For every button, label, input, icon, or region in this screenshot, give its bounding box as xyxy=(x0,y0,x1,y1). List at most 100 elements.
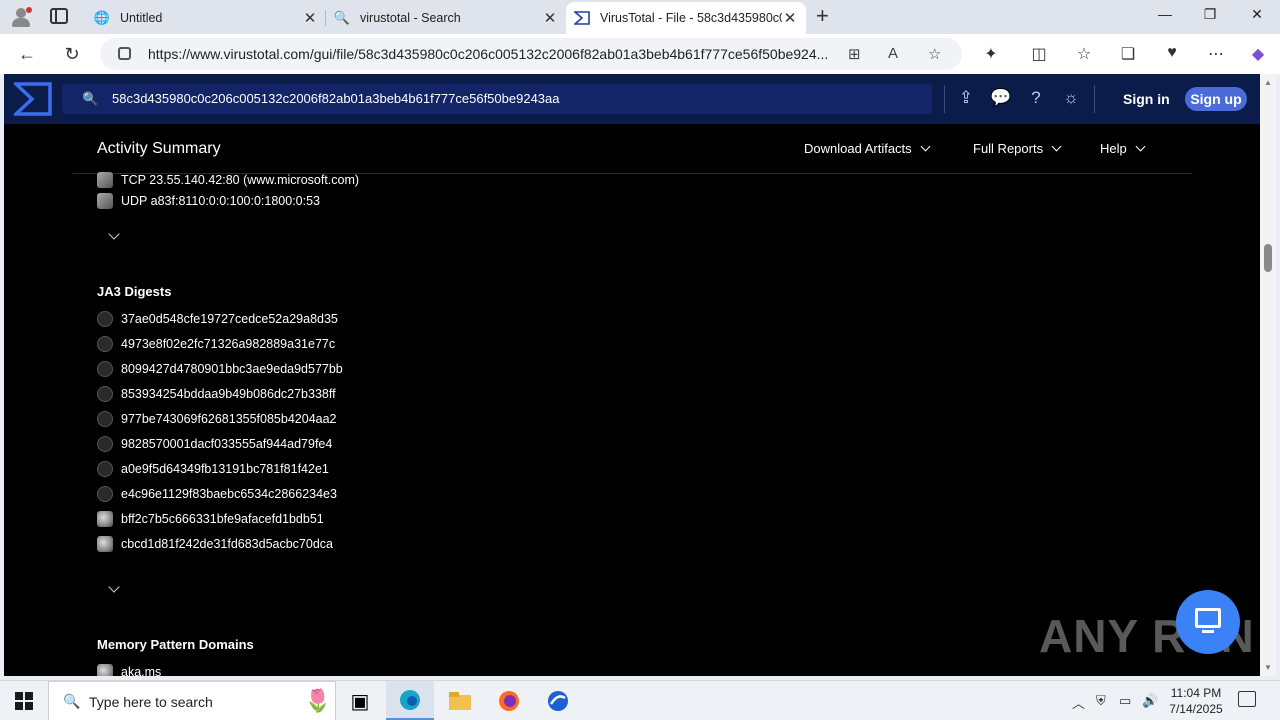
edge-icon[interactable] xyxy=(386,681,434,720)
list-item[interactable]: 8099427d4780901bbc3ae9eda9d577bb xyxy=(97,361,343,377)
search-icon: 🔍 xyxy=(333,10,351,25)
split-screen-icon[interactable]: ◫ xyxy=(1027,44,1051,64)
taskbar-search-placeholder: Type here to search xyxy=(89,694,213,710)
ja3-icon xyxy=(97,486,113,502)
chat-widget-button[interactable] xyxy=(1176,590,1240,654)
list-item[interactable]: bff2c7b5c666331bfe9afacefd1bdb51 xyxy=(97,511,324,527)
vt-search-bar[interactable]: 🔍 58c3d435980c0c206c005132c2006f82ab01a3… xyxy=(62,84,932,114)
list-item[interactable]: 4973e8f02e2fc71326a982889a31e77c xyxy=(97,336,335,352)
collections-icon[interactable]: ❏ xyxy=(1116,44,1140,64)
theme-toggle-icon[interactable]: ☼ xyxy=(1060,88,1082,108)
tab-strip: 🌐 Untitled ✕ 🔍 virustotal - Search ✕ Vir… xyxy=(0,0,1280,34)
minimize-button[interactable]: — xyxy=(1150,6,1180,22)
expand-chevron-icon[interactable] xyxy=(108,228,120,240)
chevron-up-icon[interactable]: ︿ xyxy=(1072,693,1085,712)
vt-header: 🔍 58c3d435980c0c206c005132c2006f82ab01a3… xyxy=(4,74,1260,124)
tab-title: Untitled xyxy=(120,11,163,25)
list-item[interactable]: 977be743069f62681355f085b4204aa2 xyxy=(97,411,337,427)
monitor-icon xyxy=(1195,608,1221,628)
close-window-button[interactable]: ✕ xyxy=(1242,6,1272,23)
task-view-icon[interactable]: ▣ xyxy=(336,681,384,720)
copilot-icon[interactable]: ◆ xyxy=(1246,44,1270,64)
file-explorer-icon[interactable] xyxy=(436,681,484,720)
restore-button[interactable]: ❐ xyxy=(1195,6,1225,23)
ja3-icon xyxy=(97,386,113,402)
clock-time: 11:04 PM xyxy=(1170,686,1222,700)
page-title: Activity Summary xyxy=(97,140,221,157)
firefox-icon[interactable] xyxy=(485,681,533,720)
notification-icon[interactable] xyxy=(1238,691,1256,707)
search-icon: 🔍 xyxy=(82,91,99,106)
favorites-icon[interactable]: ☆ xyxy=(1072,44,1096,64)
ja3-icon xyxy=(97,511,113,527)
list-item[interactable]: 37ae0d548cfe19727cedce52a29a8d35 xyxy=(97,311,338,327)
list-item[interactable]: TCP 23.55.140.42:80 (www.microsoft.com) xyxy=(97,172,359,188)
list-item[interactable]: 9828570001dacf033555af944ad79fe4 xyxy=(97,436,332,452)
close-icon[interactable]: ✕ xyxy=(302,9,318,27)
ja3-icon xyxy=(97,461,113,477)
memory-section-title: Memory Pattern Domains xyxy=(97,637,254,652)
tab-virustotal[interactable]: VirusTotal - File - 58c3d435980c0 ✕ xyxy=(566,2,806,34)
more-menu-icon[interactable]: ⋯ xyxy=(1204,44,1228,64)
tab-search[interactable]: 🔍 virustotal - Search ✕ xyxy=(326,2,566,34)
ja3-icon xyxy=(97,336,113,352)
globe-icon: 🌐 xyxy=(93,10,111,25)
help-menu[interactable]: Help xyxy=(1100,141,1146,156)
new-tab-button[interactable]: + xyxy=(816,5,829,27)
upload-icon[interactable]: ⇪ xyxy=(955,88,977,108)
expand-chevron-icon[interactable] xyxy=(108,581,120,593)
tab-title: virustotal - Search xyxy=(360,11,461,25)
favorite-star-icon[interactable]: ☆ xyxy=(928,45,941,63)
ja3-icon xyxy=(97,361,113,377)
address-bar[interactable]: https://www.virustotal.com/gui/file/58c3… xyxy=(100,38,962,70)
list-item[interactable]: cbcd1d81f242de31fd683d5acbc70dca xyxy=(97,536,333,552)
close-icon[interactable]: ✕ xyxy=(542,9,558,27)
virustotal-logo-icon[interactable] xyxy=(14,82,52,116)
profile-icon[interactable] xyxy=(8,5,36,29)
search-input[interactable]: 58c3d435980c0c206c005132c2006f82ab01a3be… xyxy=(112,91,559,106)
list-item[interactable]: 853934254bddaa9b49b086dc27b338ff xyxy=(97,386,336,402)
download-artifacts-menu[interactable]: Download Artifacts xyxy=(804,141,931,156)
lock-icon[interactable] xyxy=(118,47,131,60)
tab-untitled[interactable]: 🌐 Untitled ✕ xyxy=(86,2,326,34)
taskbar-clock[interactable]: 11:04 PM 7/14/2025 xyxy=(1165,685,1227,717)
taskbar-search[interactable]: 🔍 Type here to search 🌷 xyxy=(48,681,336,720)
help-icon[interactable]: ? xyxy=(1025,88,1047,108)
back-button[interactable]: ← xyxy=(15,44,39,64)
network-icon xyxy=(97,193,113,209)
app-icon[interactable] xyxy=(534,681,582,720)
list-item[interactable]: e4c96e1129f83baebc6534c2866234e3 xyxy=(97,486,337,502)
url-text[interactable]: https://www.virustotal.com/gui/file/58c3… xyxy=(148,46,838,62)
list-item[interactable]: UDP a83f:8110:0:0:100:0:1800:0:53 xyxy=(97,193,320,209)
refresh-button[interactable]: ↻ xyxy=(60,44,84,64)
sign-in-button[interactable]: Sign in xyxy=(1123,91,1170,107)
extensions-icon[interactable]: ✦ xyxy=(979,44,1003,64)
chat-notification-icon[interactable]: 💬 xyxy=(990,88,1012,108)
security-icon[interactable]: ⛨ xyxy=(1096,693,1106,709)
sign-up-button[interactable]: Sign up xyxy=(1185,87,1247,111)
list-item[interactable]: a0e9f5d64349fb13191bc781f81f42e1 xyxy=(97,461,329,477)
full-reports-menu[interactable]: Full Reports xyxy=(973,141,1062,156)
network-icon xyxy=(97,172,113,188)
scrollbar-thumb[interactable] xyxy=(1264,244,1272,272)
list-item[interactable]: aka.ms xyxy=(97,664,161,676)
volume-icon[interactable]: 🔊 xyxy=(1142,693,1158,709)
read-aloud-icon[interactable]: A xyxy=(888,45,898,62)
network-icon[interactable]: ▭ xyxy=(1119,693,1131,709)
chevron-down-icon xyxy=(920,141,931,152)
page-scrollbar[interactable]: ▲ ▼ xyxy=(1260,74,1276,676)
tab-title: VirusTotal - File - 58c3d435980c0 xyxy=(600,11,782,25)
ja3-icon xyxy=(97,536,113,552)
app-available-icon[interactable]: ⊞ xyxy=(848,45,861,63)
clock-date: 7/14/2025 xyxy=(1169,702,1223,716)
browser-toolbar: ← ↻ https://www.virustotal.com/gui/file/… xyxy=(0,34,1280,74)
browser-essentials-icon[interactable]: ♥ xyxy=(1160,44,1184,62)
close-icon[interactable]: ✕ xyxy=(782,9,798,27)
tab-actions-icon[interactable] xyxy=(50,8,68,24)
ja3-icon xyxy=(97,411,113,427)
chevron-down-icon xyxy=(1135,141,1146,152)
start-button[interactable] xyxy=(15,692,33,710)
search-highlight-icon: 🌷 xyxy=(304,688,332,713)
ja3-icon xyxy=(97,436,113,452)
chevron-down-icon xyxy=(1051,141,1062,152)
